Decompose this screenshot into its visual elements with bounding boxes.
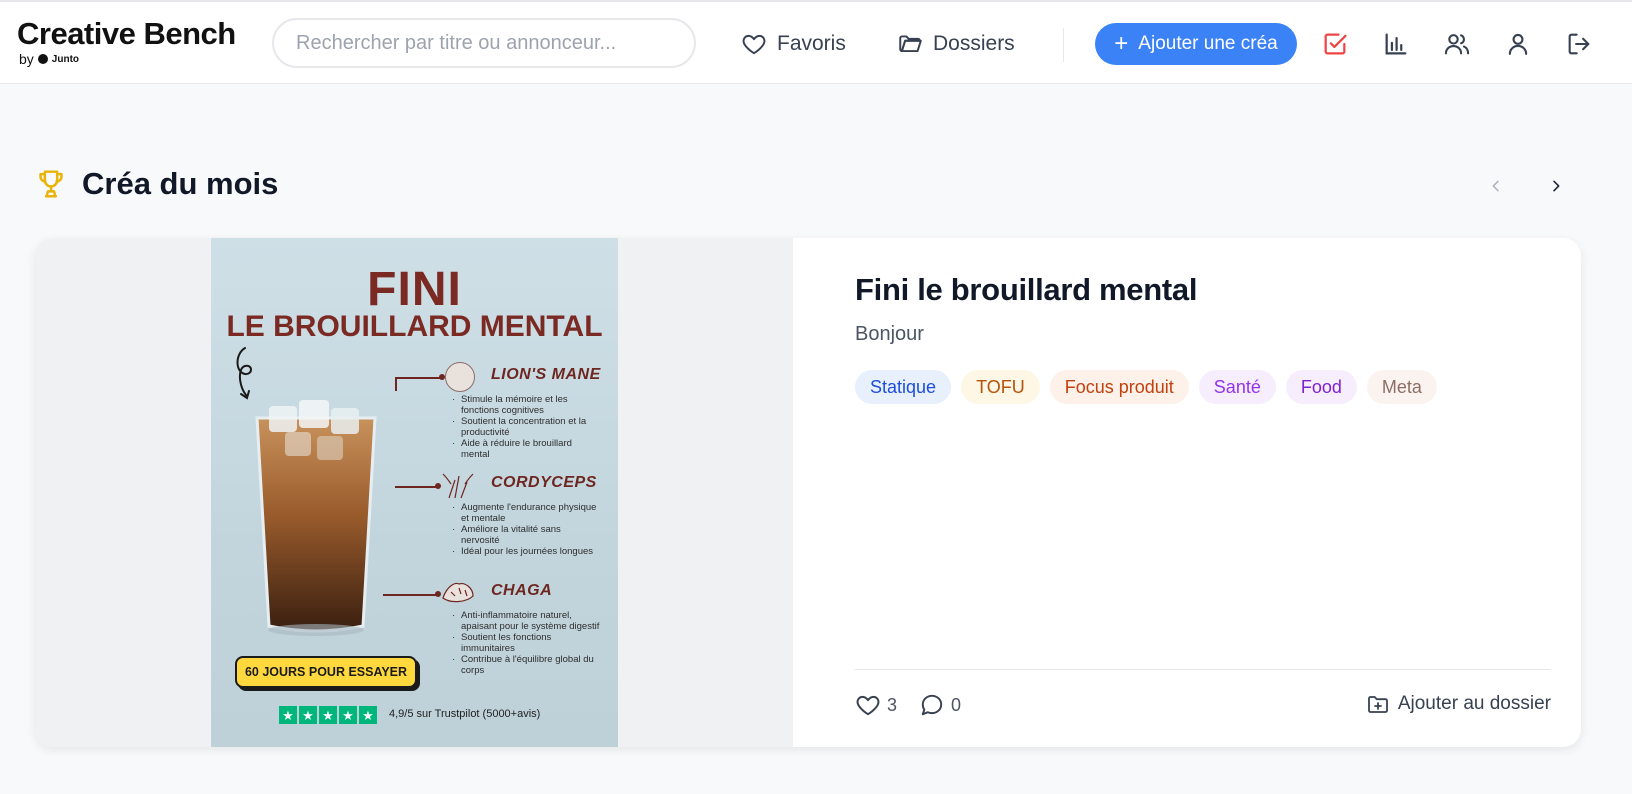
creative-details: Fini le brouillard mental Bonjour Statiq… bbox=[793, 238, 1581, 747]
logo[interactable]: Creative Bench by Junto bbox=[17, 16, 236, 67]
creative-image: FINI LE BROUILLARD MENTAL LION'S MANE · … bbox=[211, 238, 618, 747]
logo-brand: Junto bbox=[51, 53, 80, 65]
ingredient-name: CORDYCEPS bbox=[491, 474, 597, 491]
tag-list: Statique TOFU Focus produit Santé Food M… bbox=[855, 370, 1437, 404]
add-to-folder-button[interactable]: Ajouter au dossier bbox=[1366, 692, 1551, 716]
ingredient-lions-mane: LION'S MANE Stimule la mémoire et les fo… bbox=[451, 366, 601, 460]
tag-statique[interactable]: Statique bbox=[855, 370, 952, 404]
tag-food[interactable]: Food bbox=[1285, 370, 1357, 404]
add-creative-button[interactable]: + Ajouter une créa bbox=[1095, 23, 1297, 65]
featured-creative-card[interactable]: FINI LE BROUILLARD MENTAL LION'S MANE · … bbox=[35, 238, 1581, 747]
ingredient-chaga: CHAGA Anti-inflammatoire naturel, apaisa… bbox=[451, 582, 601, 676]
logout-icon bbox=[1568, 33, 1590, 55]
user-icon bbox=[1508, 33, 1528, 55]
ad-headline: FINI bbox=[367, 263, 462, 316]
ingredient-point: Aide à réduire le brouillard mental bbox=[451, 438, 601, 460]
ingredient-points: Anti-inflammatoire naturel, apaisant pou… bbox=[451, 610, 601, 676]
creative-title[interactable]: Fini le brouillard mental bbox=[855, 272, 1197, 308]
chevron-right-icon bbox=[1553, 180, 1560, 192]
pointer-line bbox=[395, 377, 441, 379]
comment-count: 0 bbox=[951, 694, 962, 715]
top-bar: Creative Bench by Junto Favoris Dossiers… bbox=[0, 0, 1632, 84]
section-title: Créa du mois bbox=[82, 166, 279, 201]
add-to-folder-label: Ajouter au dossier bbox=[1397, 693, 1551, 714]
plus-icon: + bbox=[1114, 30, 1129, 57]
logo-by-text: by bbox=[19, 51, 34, 67]
carousel-next-button[interactable] bbox=[1542, 172, 1570, 200]
logout-button[interactable] bbox=[1563, 28, 1595, 60]
team-button[interactable] bbox=[1441, 28, 1473, 60]
header-divider bbox=[1063, 28, 1064, 62]
tag-meta[interactable]: Meta bbox=[1366, 370, 1437, 404]
tag-sante[interactable]: Santé bbox=[1198, 370, 1276, 404]
comment-button[interactable]: 0 bbox=[919, 692, 961, 718]
ingredient-point: Augmente l'endurance physique et mentale bbox=[451, 502, 601, 524]
creative-subtitle: Bonjour bbox=[855, 323, 924, 345]
nav-favoris-label: Favoris bbox=[777, 32, 846, 55]
chevron-left-icon bbox=[1492, 180, 1499, 192]
like-button[interactable]: 3 bbox=[855, 692, 897, 718]
section-header: Créa du mois bbox=[36, 166, 278, 202]
ingredient-name: LION'S MANE bbox=[491, 366, 601, 383]
star-icon: ★ bbox=[299, 706, 317, 724]
ingredient-point: Contribue à l'équilibre global du corps bbox=[451, 654, 601, 676]
comment-icon bbox=[921, 694, 943, 716]
star-icon: ★ bbox=[359, 706, 377, 724]
pointer-line bbox=[395, 377, 397, 391]
like-count: 3 bbox=[887, 694, 898, 715]
card-divider bbox=[855, 669, 1551, 670]
star-icon: ★ bbox=[339, 706, 357, 724]
trustpilot-stars: ★ ★ ★ ★ ★ bbox=[279, 706, 377, 724]
heart-icon bbox=[742, 34, 766, 55]
creative-preview[interactable]: FINI LE BROUILLARD MENTAL LION'S MANE · … bbox=[35, 238, 793, 747]
checkbox-icon bbox=[1324, 33, 1347, 55]
ingredient-point: Idéal pour les journées longues bbox=[451, 546, 601, 557]
ingredient-name: CHAGA bbox=[491, 582, 553, 599]
junto-logo-icon bbox=[37, 54, 48, 64]
tag-tofu[interactable]: TOFU bbox=[961, 370, 1040, 404]
add-creative-label: Ajouter une créa bbox=[1138, 33, 1278, 54]
ad-rating-text: 4,9/5 sur Trustpilot (5000+avis) bbox=[389, 708, 541, 720]
search-input[interactable] bbox=[272, 18, 696, 68]
heart-icon bbox=[856, 695, 880, 716]
ingredient-point: Soutient les fonctions immunitaires bbox=[451, 632, 601, 654]
ingredient-point: Améliore la vitalité sans nervosité bbox=[451, 524, 601, 546]
iced-coffee-illustration bbox=[255, 400, 377, 636]
folder-icon bbox=[899, 35, 922, 53]
stats-button[interactable] bbox=[1380, 28, 1412, 60]
nav-dossiers[interactable]: Dossiers bbox=[897, 26, 1015, 62]
star-icon: ★ bbox=[319, 706, 337, 724]
nav-favoris[interactable]: Favoris bbox=[741, 26, 846, 62]
ingredient-points: Augmente l'endurance physique et mentale… bbox=[451, 502, 601, 557]
logo-title: Creative Bench bbox=[17, 16, 236, 51]
ingredient-point: Soutient la concentration et la producti… bbox=[451, 416, 601, 438]
pointer-line bbox=[383, 594, 437, 596]
trophy-icon bbox=[39, 170, 63, 198]
ad-subheadline: LE BROUILLARD MENTAL bbox=[226, 310, 603, 343]
pointer-line bbox=[395, 486, 437, 488]
logo-byline: by Junto bbox=[19, 51, 236, 67]
ingredient-point: Anti-inflammatoire naturel, apaisant pou… bbox=[451, 610, 601, 632]
ingredient-points: Stimule la mémoire et les fonctions cogn… bbox=[451, 394, 601, 460]
curved-arrow-icon bbox=[236, 347, 252, 400]
star-icon: ★ bbox=[279, 706, 297, 724]
users-icon bbox=[1444, 34, 1470, 55]
nav-dossiers-label: Dossiers bbox=[933, 32, 1015, 55]
ingredient-cordyceps: CORDYCEPS Augmente l'endurance physique … bbox=[451, 474, 601, 557]
carousel-prev-button[interactable] bbox=[1482, 172, 1510, 200]
tasks-button[interactable] bbox=[1319, 28, 1351, 60]
folder-plus-icon bbox=[1367, 696, 1388, 713]
ingredient-point: Stimule la mémoire et les fonctions cogn… bbox=[451, 394, 601, 416]
profile-button[interactable] bbox=[1502, 28, 1534, 60]
ad-cta-badge: 60 JOURS POUR ESSAYER bbox=[235, 656, 417, 688]
bar-chart-icon bbox=[1385, 33, 1407, 55]
tag-focus-produit[interactable]: Focus produit bbox=[1049, 370, 1189, 404]
